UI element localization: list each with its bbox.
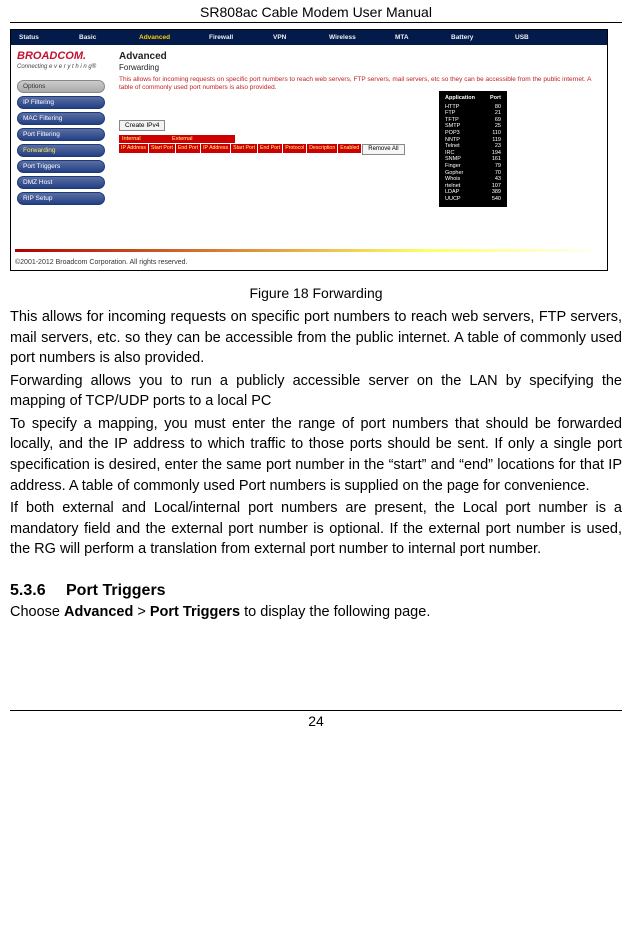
paragraph-2: Forwarding allows you to run a publicly … xyxy=(10,371,622,412)
main-title: Advanced xyxy=(119,51,599,62)
sidebar-item-forwarding[interactable]: Forwarding xyxy=(17,144,105,157)
brand-logo: BROADCOM. xyxy=(17,51,105,62)
choose-post: to display the following page. xyxy=(240,604,430,620)
body-text: This allows for incoming requests on spe… xyxy=(10,307,622,560)
page-header: SR808ac Cable Modem User Manual xyxy=(10,0,622,22)
port-row: POP3110 xyxy=(445,130,501,137)
topnav-item-battery[interactable]: Battery xyxy=(443,30,507,45)
page-number: 24 xyxy=(10,713,622,729)
create-ipv4-button[interactable]: Create IPv4 xyxy=(119,120,165,131)
choose-nav2: Port Triggers xyxy=(150,604,240,620)
hdr-external: External xyxy=(169,135,235,143)
col-header: IP Address xyxy=(201,144,231,153)
remove-all-button[interactable]: Remove All xyxy=(362,144,404,155)
sidebar-item-ip-filtering[interactable]: IP Filtering xyxy=(17,96,105,109)
col-header: End Port xyxy=(258,144,283,153)
port-row: Gopher70 xyxy=(445,170,501,177)
choose-line: Choose Advanced > Port Triggers to displ… xyxy=(10,604,622,620)
header-rule xyxy=(10,22,622,23)
topnav-item-mta[interactable]: MTA xyxy=(387,30,443,45)
top-nav: StatusBasicAdvancedFirewallVPNWirelessMT… xyxy=(11,30,607,45)
sidebar-item-dmz-host[interactable]: DMZ Host xyxy=(17,176,105,189)
topnav-item-firewall[interactable]: Firewall xyxy=(201,30,265,45)
brand-tagline: Connecting e v e r y t h i n g® xyxy=(17,64,105,70)
port-row: HTTP80 xyxy=(445,104,501,111)
main-desc: This allows for incoming requests on spe… xyxy=(119,76,599,92)
port-row: Telnet23 xyxy=(445,143,501,150)
figure-caption: Figure 18 Forwarding xyxy=(10,285,622,301)
topnav-item-status[interactable]: Status xyxy=(11,30,71,45)
sidebar-item-port-filtering[interactable]: Port Filtering xyxy=(17,128,105,141)
choose-nav1: Advanced xyxy=(64,604,133,620)
section-number: 5.3.6 xyxy=(10,582,66,600)
footer-gradient-bar xyxy=(15,249,603,252)
section-heading: 5.3.6Port Triggers xyxy=(10,582,622,600)
topnav-item-advanced[interactable]: Advanced xyxy=(131,30,201,45)
col-header: Start Port xyxy=(149,144,176,153)
col-header: End Port xyxy=(176,144,201,153)
page-footer: 24 xyxy=(10,710,622,735)
main-pane: Advanced Forwarding This allows for inco… xyxy=(111,45,607,214)
port-row: Finger79 xyxy=(445,163,501,170)
port-reference-panel: Application Port HTTP80FTP21TFTP69SMTP25… xyxy=(439,91,507,207)
section-title: Port Triggers xyxy=(66,582,166,599)
choose-pre: Choose xyxy=(10,604,64,620)
paragraph-4: If both external and Local/internal port… xyxy=(10,498,622,560)
sidebar: BROADCOM. Connecting e v e r y t h i n g… xyxy=(11,45,111,214)
port-row: Whois43 xyxy=(445,176,501,183)
copyright-text: ©2001-2012 Broadcom Corporation. All rig… xyxy=(15,259,187,266)
port-row: FTP21 xyxy=(445,110,501,117)
sidebar-item-options[interactable]: Options xyxy=(17,80,105,93)
col-header: Protocol xyxy=(283,144,307,153)
port-row: LDAP389 xyxy=(445,189,501,196)
choose-gt: > xyxy=(133,604,150,620)
main-subtitle: Forwarding xyxy=(119,63,599,72)
sidebar-item-port-triggers[interactable]: Port Triggers xyxy=(17,160,105,173)
topnav-item-usb[interactable]: USB xyxy=(507,30,561,45)
paragraph-3: To specify a mapping, you must enter the… xyxy=(10,414,622,496)
topnav-item-wireless[interactable]: Wireless xyxy=(321,30,387,45)
col-header: Start Port xyxy=(231,144,258,153)
col-header: Description xyxy=(307,144,338,153)
port-row: IRC194 xyxy=(445,150,501,157)
port-row: SMTP25 xyxy=(445,123,501,130)
topnav-item-vpn[interactable]: VPN xyxy=(265,30,321,45)
port-row: TFTP69 xyxy=(445,117,501,124)
sidebar-item-mac-filtering[interactable]: MAC Filtering xyxy=(17,112,105,125)
paragraph-1: This allows for incoming requests on spe… xyxy=(10,307,622,369)
port-row: rtelnet107 xyxy=(445,183,501,190)
hdr-internal: Internal xyxy=(119,135,169,143)
screenshot-forwarding: StatusBasicAdvancedFirewallVPNWirelessMT… xyxy=(10,29,608,271)
port-hdr-port: Port xyxy=(490,95,501,102)
port-row: UUCP540 xyxy=(445,196,501,203)
sidebar-item-rip-setup[interactable]: RIP Setup xyxy=(17,192,105,205)
col-header: Enabled xyxy=(338,144,362,153)
table-columns-row: IP AddressStart PortEnd PortIP AddressSt… xyxy=(119,144,599,155)
port-hdr-app: Application xyxy=(445,95,475,102)
col-header: IP Address xyxy=(119,144,149,153)
port-row: NNTP119 xyxy=(445,137,501,144)
port-row: SNMP161 xyxy=(445,156,501,163)
table-header-bar: Internal External xyxy=(119,135,599,143)
topnav-item-basic[interactable]: Basic xyxy=(71,30,131,45)
